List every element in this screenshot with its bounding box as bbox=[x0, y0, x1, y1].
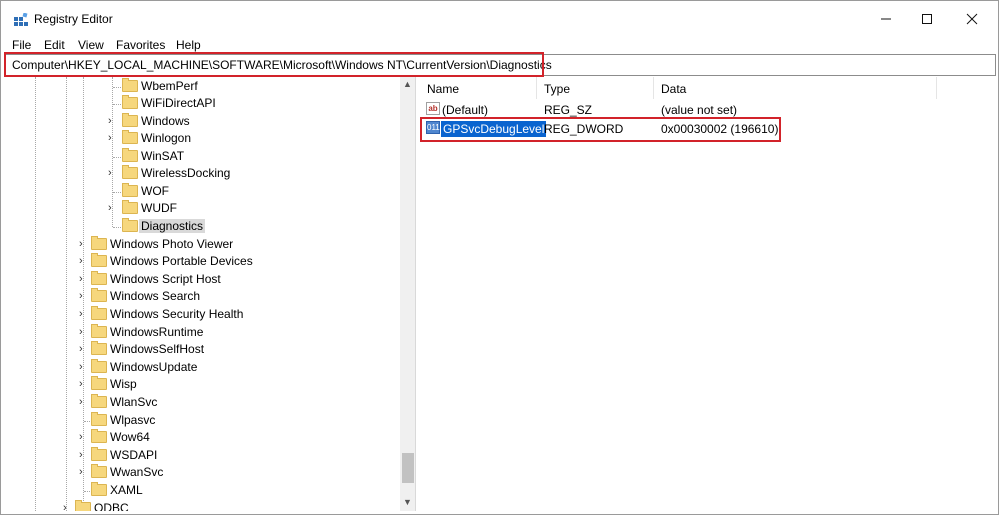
window-title: Registry Editor bbox=[34, 12, 113, 26]
folder-icon bbox=[91, 253, 107, 267]
values-list-pane: Name Type Data ab (Default) REG_SZ (valu… bbox=[420, 77, 995, 511]
maximize-icon bbox=[922, 14, 932, 24]
chevron-right-icon[interactable]: › bbox=[79, 361, 83, 373]
menu-favorites[interactable]: Favorites bbox=[116, 38, 165, 52]
tree-item-wirelessdocking[interactable]: › WirelessDocking bbox=[5, 165, 395, 183]
menu-view[interactable]: View bbox=[78, 38, 104, 52]
folder-icon bbox=[91, 341, 107, 355]
tree-item-windows-portable-devices[interactable]: › Windows Portable Devices bbox=[5, 253, 395, 271]
folder-icon bbox=[91, 464, 107, 478]
tree-item-windows-script-host[interactable]: › Windows Script Host bbox=[5, 271, 395, 289]
chevron-right-icon[interactable]: › bbox=[108, 115, 112, 127]
close-button[interactable] bbox=[949, 5, 995, 33]
tree-item-wlansvc[interactable]: › WlanSvc bbox=[5, 394, 395, 412]
chevron-right-icon[interactable]: › bbox=[108, 167, 112, 179]
chevron-right-icon[interactable]: › bbox=[79, 238, 83, 250]
maximize-button[interactable] bbox=[904, 5, 950, 33]
folder-icon bbox=[91, 394, 107, 408]
folder-icon bbox=[122, 78, 138, 92]
address-highlight-box bbox=[4, 52, 544, 77]
folder-icon bbox=[91, 324, 107, 338]
chevron-right-icon[interactable]: › bbox=[108, 202, 112, 214]
tree-item-winsat[interactable]: WinSAT bbox=[5, 148, 395, 166]
tree-vertical-scrollbar[interactable]: ▲ ▼ bbox=[400, 77, 415, 511]
folder-icon bbox=[91, 429, 107, 443]
registry-editor-app-icon bbox=[14, 13, 28, 26]
chevron-right-icon[interactable]: › bbox=[79, 273, 83, 285]
tree-item-windowsupdate[interactable]: › WindowsUpdate bbox=[5, 359, 395, 377]
close-icon bbox=[966, 13, 978, 25]
chevron-right-icon[interactable]: › bbox=[79, 343, 83, 355]
folder-icon bbox=[91, 359, 107, 373]
folder-icon bbox=[122, 218, 138, 232]
registry-editor-window: Registry Editor File Edit View Favorites… bbox=[0, 0, 999, 515]
tree-item-diagnostics[interactable]: Diagnostics bbox=[5, 218, 395, 236]
folder-icon bbox=[91, 412, 107, 426]
folder-icon bbox=[91, 447, 107, 461]
chevron-right-icon[interactable]: › bbox=[79, 378, 83, 390]
tree-item-xaml[interactable]: XAML bbox=[5, 482, 395, 500]
menu-file[interactable]: File bbox=[12, 38, 31, 52]
tree-item-windows-photo-viewer[interactable]: › Windows Photo Viewer bbox=[5, 236, 395, 254]
chevron-right-icon[interactable]: › bbox=[79, 466, 83, 478]
column-header-data[interactable]: Data bbox=[654, 77, 937, 99]
minimize-icon bbox=[881, 18, 891, 20]
folder-icon bbox=[91, 482, 107, 496]
title-bar: Registry Editor bbox=[1, 1, 998, 37]
tree-item-windowsruntime[interactable]: › WindowsRuntime bbox=[5, 324, 395, 342]
tree-item-windows[interactable]: › Windows bbox=[5, 113, 395, 131]
menu-help[interactable]: Help bbox=[176, 38, 201, 52]
value-highlight-box bbox=[420, 117, 781, 142]
chevron-right-icon[interactable]: › bbox=[79, 431, 83, 443]
column-header-name[interactable]: Name bbox=[420, 77, 537, 99]
scroll-down-icon[interactable]: ▼ bbox=[403, 497, 412, 507]
folder-icon bbox=[91, 236, 107, 250]
tree-item-wwansvc[interactable]: › WwanSvc bbox=[5, 464, 395, 482]
tree-item-wifidirectapi[interactable]: WiFiDirectAPI bbox=[5, 95, 395, 113]
folder-icon bbox=[122, 113, 138, 127]
folder-icon bbox=[91, 271, 107, 285]
chevron-right-icon[interactable]: › bbox=[79, 396, 83, 408]
folder-icon bbox=[122, 165, 138, 179]
folder-icon bbox=[122, 148, 138, 162]
tree-item-wof[interactable]: WOF bbox=[5, 183, 395, 201]
tree-item-wow64[interactable]: › Wow64 bbox=[5, 429, 395, 447]
tree-item-windows-search[interactable]: › Windows Search bbox=[5, 288, 395, 306]
folder-icon bbox=[122, 200, 138, 214]
chevron-right-icon[interactable]: › bbox=[79, 255, 83, 267]
tree-item-winlogon[interactable]: › Winlogon bbox=[5, 130, 395, 148]
scroll-up-icon[interactable]: ▲ bbox=[403, 79, 412, 89]
tree-item-wbemperf[interactable]: WbemPerf bbox=[5, 78, 395, 96]
tree-item-wlpasvc[interactable]: Wlpasvc bbox=[5, 412, 395, 430]
minimize-button[interactable] bbox=[863, 5, 909, 33]
string-value-icon: ab bbox=[426, 102, 440, 115]
tree-item-wisp[interactable]: › Wisp bbox=[5, 376, 395, 394]
scrollbar-thumb[interactable] bbox=[402, 453, 414, 483]
folder-icon bbox=[75, 500, 91, 511]
folder-icon bbox=[122, 95, 138, 109]
menu-edit[interactable]: Edit bbox=[44, 38, 65, 52]
folder-icon bbox=[91, 376, 107, 390]
chevron-right-icon[interactable]: › bbox=[79, 308, 83, 320]
tree-item-odbc[interactable]: › ODBC bbox=[5, 500, 395, 511]
column-header-type[interactable]: Type bbox=[537, 77, 654, 99]
chevron-right-icon[interactable]: › bbox=[79, 326, 83, 338]
tree-item-windows-security-health[interactable]: › Windows Security Health bbox=[5, 306, 395, 324]
folder-icon bbox=[122, 130, 138, 144]
chevron-right-icon[interactable]: › bbox=[108, 132, 112, 144]
folder-icon bbox=[91, 306, 107, 320]
chevron-right-icon[interactable]: › bbox=[79, 449, 83, 461]
tree-item-windowsselfhost[interactable]: › WindowsSelfHost bbox=[5, 341, 395, 359]
chevron-right-icon[interactable]: › bbox=[79, 290, 83, 302]
folder-icon bbox=[122, 183, 138, 197]
chevron-right-icon[interactable]: › bbox=[63, 502, 67, 511]
tree-item-wudf[interactable]: › WUDF bbox=[5, 200, 395, 218]
registry-tree-pane: WbemPerf WiFiDirectAPI › Windows › Winlo… bbox=[5, 77, 416, 511]
tree-item-wsdapi[interactable]: › WSDAPI bbox=[5, 447, 395, 465]
folder-icon bbox=[91, 288, 107, 302]
